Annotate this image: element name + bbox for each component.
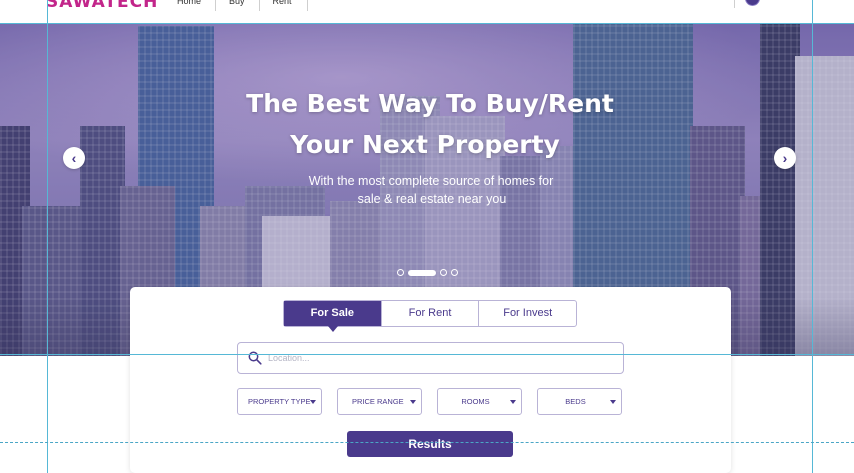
tab-for-sale[interactable]: For Sale — [284, 301, 382, 332]
caret-down-icon — [310, 400, 316, 404]
caret-down-icon — [410, 400, 416, 404]
site-logo[interactable]: SAWATECH — [46, 0, 158, 12]
nav-item-rent[interactable]: Rent — [260, 0, 308, 11]
filter-label: PROPERTY TYPE — [248, 397, 311, 406]
nav-item-buy[interactable]: Buy — [216, 0, 260, 11]
hero-title-line2: Your Next Property — [290, 130, 560, 159]
search-card: For Sale For Rent For Invest PROPERTY TY… — [130, 287, 731, 473]
tab-label: For Invest — [503, 307, 553, 319]
location-input[interactable] — [268, 350, 608, 366]
filter-label: ROOMS — [461, 397, 490, 406]
hero-subtitle-line2: sale & real estate near you — [357, 192, 507, 206]
hero-title-line1: The Best Way To Buy/Rent — [246, 89, 614, 118]
filter-label: BEDS — [565, 397, 586, 406]
tab-label: For Rent — [408, 307, 452, 319]
layout-guide-right — [812, 0, 813, 473]
results-button[interactable]: Results — [347, 431, 513, 457]
caret-down-icon — [510, 400, 516, 404]
hero-subtitle-line1: With the most complete source of homes f… — [308, 174, 554, 188]
price-range-select[interactable]: PRICE RANGE — [337, 388, 422, 415]
rooms-select[interactable]: ROOMS — [437, 388, 522, 415]
main-nav: Home Buy Rent — [164, 0, 308, 11]
tab-label: For Sale — [310, 307, 355, 319]
site-header: SAWATECH Home Buy Rent — [0, 0, 854, 23]
tab-for-invest[interactable]: For Invest — [479, 301, 576, 326]
active-tab-pointer — [328, 326, 338, 332]
property-type-select[interactable]: PROPERTY TYPE — [237, 388, 322, 415]
carousel-dot[interactable] — [397, 269, 404, 276]
user-divider — [734, 0, 735, 8]
layout-guide-left — [47, 0, 48, 473]
carousel-dot[interactable] — [451, 269, 458, 276]
beds-select[interactable]: BEDS — [537, 388, 622, 415]
filter-row: PROPERTY TYPE PRICE RANGE ROOMS BEDS — [237, 388, 622, 415]
carousel-prev-button[interactable]: ‹ — [63, 147, 85, 169]
carousel-indicators — [397, 269, 458, 276]
chevron-left-icon: ‹ — [71, 150, 77, 166]
location-search-box[interactable] — [237, 342, 624, 374]
caret-down-icon — [610, 400, 616, 404]
tab-for-rent[interactable]: For Rent — [382, 301, 480, 326]
layout-guide-dashed — [0, 442, 854, 443]
avatar[interactable] — [745, 0, 760, 6]
filter-label: PRICE RANGE — [352, 397, 404, 406]
layout-guide-top — [0, 23, 854, 24]
carousel-dot-active[interactable] — [408, 269, 436, 276]
carousel-dot[interactable] — [440, 269, 447, 276]
nav-item-home[interactable]: Home — [164, 0, 217, 11]
carousel-next-button[interactable]: › — [774, 147, 796, 169]
chevron-right-icon: › — [782, 150, 788, 166]
layout-guide-hero-bottom — [0, 354, 854, 355]
listing-type-tabs: For Sale For Rent For Invest — [283, 300, 577, 332]
